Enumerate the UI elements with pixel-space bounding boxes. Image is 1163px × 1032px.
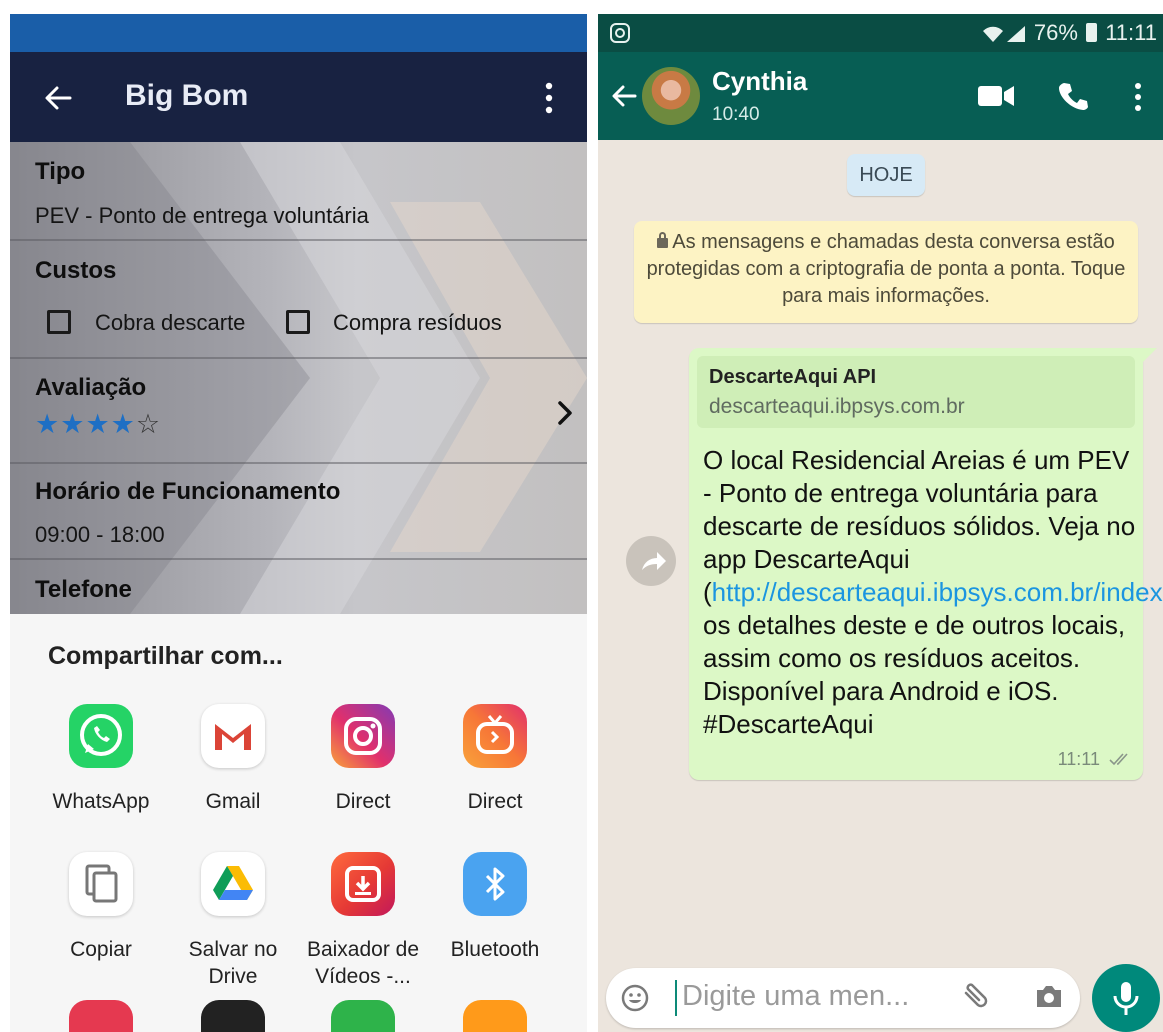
forward-icon bbox=[642, 552, 666, 570]
horario-value: 09:00 - 18:00 bbox=[35, 522, 165, 547]
mail-app-icon bbox=[69, 1000, 133, 1032]
divider bbox=[10, 462, 587, 464]
gmail-icon bbox=[201, 704, 265, 768]
star-filled-icon: ★ bbox=[85, 409, 111, 439]
avaliacao-heading: Avaliação bbox=[35, 374, 147, 401]
share-target-label: Baixador de Vídeos -... bbox=[306, 938, 420, 988]
star-filled-icon: ★ bbox=[110, 409, 136, 439]
share-sheet: Compartilhar com... WhatsApp Gmail Direc… bbox=[10, 614, 587, 1032]
tipo-value: PEV - Ponto de entrega voluntária bbox=[35, 203, 369, 228]
emoji-icon[interactable] bbox=[620, 983, 650, 1013]
message-input[interactable]: Digite uma men... bbox=[682, 980, 909, 1013]
back-arrow-icon[interactable] bbox=[610, 82, 638, 110]
camera-icon[interactable] bbox=[1034, 984, 1064, 1010]
mic-button[interactable] bbox=[1092, 964, 1160, 1032]
message-text: O local Residencial Areias é um PEV - Po… bbox=[703, 444, 1163, 741]
more-options-icon[interactable] bbox=[542, 81, 556, 115]
right-status-bar: 76% 11:11 bbox=[598, 14, 1163, 52]
copy-icon bbox=[69, 852, 133, 916]
compra-residuos-label: Compra resíduos bbox=[333, 310, 502, 335]
last-seen: 10:40 bbox=[712, 104, 760, 125]
tipo-heading: Tipo bbox=[35, 158, 86, 185]
battery-percent: 76% bbox=[1033, 20, 1078, 45]
message-timestamp: 11:11 bbox=[1057, 749, 1100, 769]
telefone-heading: Telefone bbox=[35, 576, 132, 603]
instagram-notification-icon bbox=[610, 23, 630, 43]
bluetooth-icon bbox=[463, 852, 527, 916]
avatar[interactable] bbox=[642, 67, 700, 125]
share-target-label: Direct bbox=[335, 790, 391, 813]
star-filled-icon: ★ bbox=[35, 409, 61, 439]
message-link[interactable]: http://descarteaqui.ibpsys.com.br/index.… bbox=[712, 577, 1163, 607]
video-call-icon[interactable] bbox=[978, 84, 1014, 108]
share-target-label: Bluetooth bbox=[450, 938, 540, 961]
date-pill: HOJE bbox=[847, 154, 925, 196]
share-target-label: Salvar no Drive bbox=[188, 938, 278, 988]
clock: 11:11 bbox=[1105, 20, 1157, 45]
attach-icon[interactable] bbox=[958, 983, 992, 1013]
custos-heading: Custos bbox=[35, 257, 117, 284]
chevron-right-icon[interactable] bbox=[555, 398, 575, 428]
place-details: Tipo PEV - Ponto de entrega voluntária C… bbox=[10, 142, 587, 614]
right-screen: 76% 11:11 Cynthia 10:40 HOJE As mensagen… bbox=[598, 14, 1163, 1032]
forward-button[interactable] bbox=[626, 536, 676, 586]
divider bbox=[10, 239, 587, 241]
cobra-descarte-checkbox[interactable] bbox=[47, 310, 71, 334]
back-arrow-icon[interactable] bbox=[40, 80, 76, 116]
encryption-notice[interactable]: As mensagens e chamadas desta conversa e… bbox=[634, 221, 1138, 323]
contact-name[interactable]: Cynthia bbox=[712, 66, 807, 97]
left-app-bar: Big Bom bbox=[10, 52, 587, 142]
message-bubble[interactable]: DescarteAqui API descarteaqui.ibpsys.com… bbox=[689, 348, 1163, 780]
chat-area: HOJE As mensagens e chamadas desta conve… bbox=[598, 140, 1163, 1032]
voice-call-icon[interactable] bbox=[1058, 80, 1088, 110]
video-downloader-icon bbox=[331, 852, 395, 916]
app-icon bbox=[331, 1000, 395, 1032]
battery-icon bbox=[1086, 23, 1098, 42]
app-icon bbox=[201, 1000, 265, 1032]
microphone-icon bbox=[1113, 982, 1139, 1015]
share-target-label: Gmail bbox=[205, 790, 261, 813]
rating-stars[interactable]: ★★★★☆ bbox=[35, 411, 161, 438]
divider bbox=[10, 357, 587, 359]
drive-icon bbox=[201, 852, 265, 916]
more-options-icon[interactable] bbox=[1133, 82, 1143, 112]
lock-icon bbox=[657, 232, 669, 248]
cobra-descarte-label: Cobra descarte bbox=[95, 310, 246, 335]
encryption-notice-text: As mensagens e chamadas desta conversa e… bbox=[646, 231, 1126, 307]
text-caret bbox=[675, 980, 677, 1016]
star-filled-icon: ★ bbox=[60, 409, 86, 439]
star-empty-icon: ☆ bbox=[135, 409, 162, 439]
chat-header: Cynthia 10:40 bbox=[598, 52, 1163, 140]
horario-heading: Horário de Funcionamento bbox=[35, 478, 341, 505]
share-target-label: WhatsApp bbox=[52, 790, 150, 813]
share-target-label: Direct bbox=[467, 790, 523, 813]
compra-residuos-checkbox[interactable] bbox=[286, 310, 310, 334]
page-title: Big Bom bbox=[125, 79, 249, 112]
wifi-signal-icon bbox=[983, 26, 1025, 42]
share-sheet-title: Compartilhar com... bbox=[48, 642, 283, 670]
link-preview[interactable]: DescarteAqui API descarteaqui.ibpsys.com… bbox=[697, 356, 1135, 428]
igtv-icon bbox=[463, 704, 527, 768]
double-check-icon bbox=[1109, 753, 1128, 766]
instagram-icon bbox=[331, 704, 395, 768]
share-target-label: Copiar bbox=[70, 938, 132, 961]
whatsapp-icon bbox=[69, 704, 133, 768]
link-preview-url: descarteaqui.ibpsys.com.br bbox=[709, 395, 965, 418]
link-preview-title: DescarteAqui API bbox=[709, 366, 877, 388]
message-composer: Digite uma men... bbox=[606, 968, 1080, 1028]
divider bbox=[10, 558, 587, 560]
left-screen: Big Bom Tipo PEV - Ponto de entrega volu… bbox=[10, 14, 587, 1032]
left-status-bar bbox=[10, 14, 587, 52]
message-time: 11:11 bbox=[1058, 749, 1131, 770]
app-icon bbox=[463, 1000, 527, 1032]
